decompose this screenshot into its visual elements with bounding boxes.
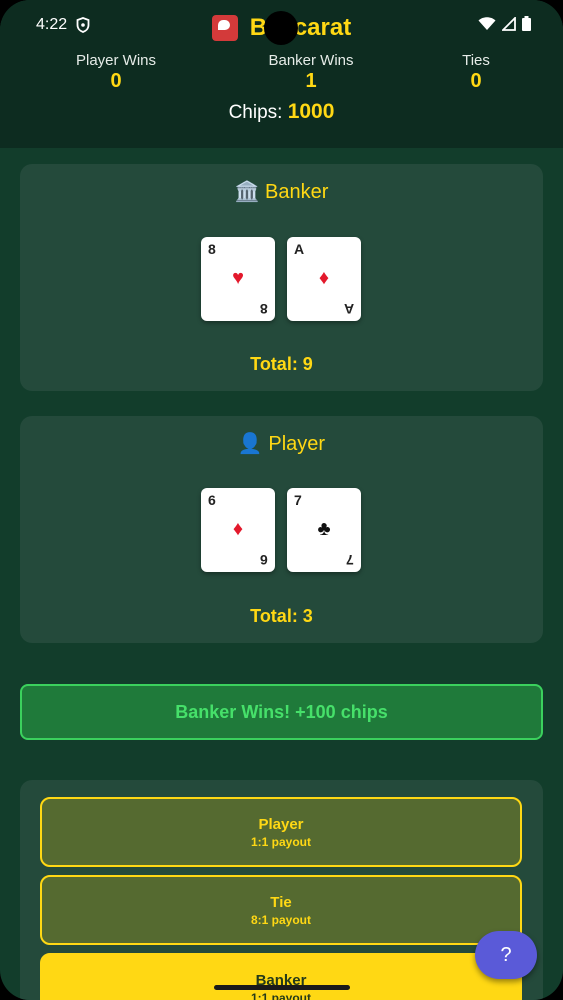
club-suit-icon: ♣	[317, 518, 331, 540]
card-rank-inverted: 7	[346, 552, 354, 568]
slot-machine-icon	[211, 15, 238, 41]
person-icon: 👤	[237, 433, 263, 455]
camera-cutout	[264, 11, 298, 45]
banker-title-text: Banker	[265, 181, 329, 203]
header: 4:22 Baccarat Player Wins 0 Banker Wins …	[0, 0, 563, 148]
bet-payout: 1:1 payout	[250, 991, 311, 1000]
card-rank-inverted: 6	[260, 552, 268, 568]
bet-panel: Player 1:1 payout Tie 8:1 payout Banker …	[20, 780, 543, 1000]
chips-balance: Chips: 1000	[0, 100, 563, 124]
stat-ties: Ties 0	[446, 52, 506, 93]
help-button[interactable]: ?	[475, 931, 537, 979]
bet-name: Player	[258, 816, 304, 833]
player-total: Total: 3	[250, 606, 313, 626]
player-title: 👤 Player	[20, 431, 543, 456]
chips-value: 1000	[287, 100, 335, 123]
card-rank-inverted: A	[343, 301, 354, 317]
result-banner: Banker Wins! +100 chips	[20, 684, 543, 740]
bank-icon: 🏛️	[234, 181, 260, 203]
card-rank: 7	[294, 492, 302, 508]
banker-card-1: 8 ♥ 8	[201, 237, 275, 321]
player-panel: 👤 Player 6 ♦ 6 7 ♣ 7 Total: 3	[20, 416, 543, 643]
stat-value: 1	[305, 70, 317, 92]
player-card-2: 7 ♣ 7	[287, 488, 361, 572]
card-rank: A	[294, 241, 305, 257]
app-screen: 4:22 Baccarat Player Wins 0 Banker Wins …	[0, 0, 563, 1000]
banker-card-2: A ♦ A	[287, 237, 361, 321]
bet-name: Tie	[270, 894, 292, 911]
banker-title: 🏛️ Banker	[20, 179, 543, 204]
card-rank: 6	[208, 492, 216, 508]
chips-label: Chips:	[228, 102, 283, 123]
stat-label: Ties	[462, 52, 490, 69]
bet-payout: 1:1 payout	[250, 835, 311, 849]
card-rank: 8	[208, 241, 216, 257]
stat-label: Banker Wins	[268, 52, 354, 69]
stat-label: Player Wins	[75, 52, 157, 69]
diamond-suit-icon: ♦	[318, 267, 330, 289]
stat-value: 0	[110, 70, 122, 92]
player-title-text: Player	[268, 433, 326, 455]
stat-banker-wins: Banker Wins 1	[246, 52, 376, 93]
stat-player-wins: Player Wins 0	[56, 52, 176, 93]
bet-payout: 8:1 payout	[250, 913, 311, 927]
banker-panel: 🏛️ Banker 8 ♥ 8 A ♦ A Total: 9	[20, 164, 543, 391]
bet-tie-button[interactable]: Tie 8:1 payout	[40, 875, 522, 945]
banker-total: Total: 9	[250, 354, 313, 374]
gesture-nav-handle[interactable]	[214, 985, 350, 990]
card-rank-inverted: 8	[260, 301, 268, 317]
bet-player-button[interactable]: Player 1:1 payout	[40, 797, 522, 867]
bet-banker-button[interactable]: Banker 1:1 payout	[40, 953, 522, 1000]
player-card-1: 6 ♦ 6	[201, 488, 275, 572]
heart-suit-icon: ♥	[232, 267, 244, 289]
diamond-suit-icon: ♦	[232, 518, 244, 540]
stat-value: 0	[470, 70, 482, 92]
